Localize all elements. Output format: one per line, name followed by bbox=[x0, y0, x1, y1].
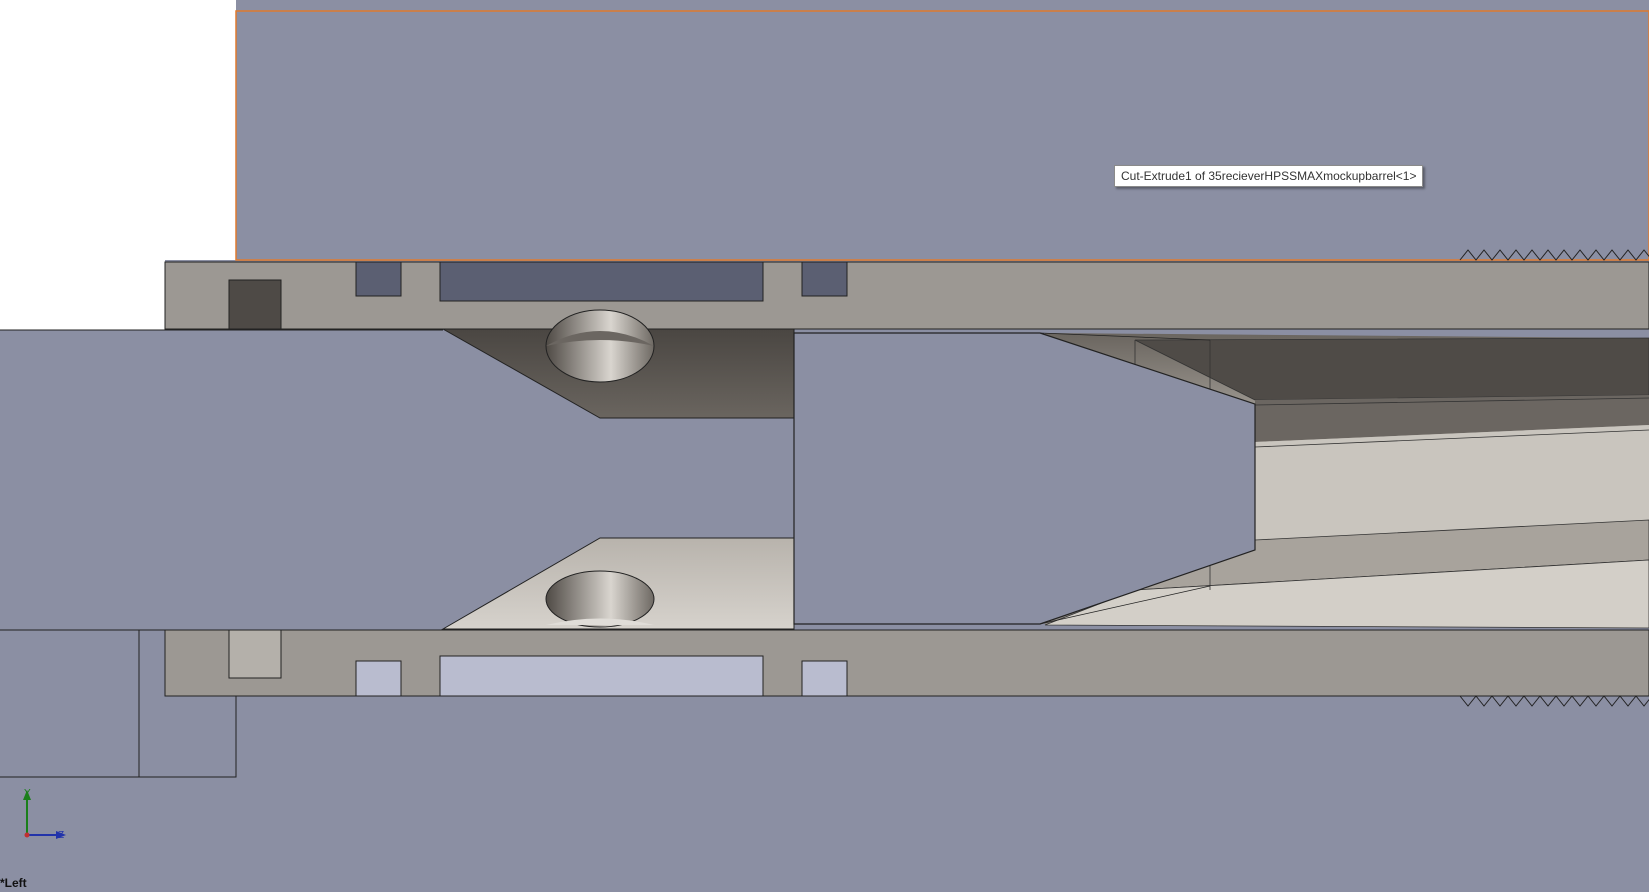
triad-y-label: Y bbox=[24, 788, 31, 799]
view-orientation-label: *Left bbox=[0, 876, 27, 890]
lower-wall-section bbox=[164, 629, 1649, 707]
graphics-viewport[interactable]: Cut-Extrude1 of 35recieverHPSSMAXmockupb… bbox=[0, 0, 1649, 892]
triad-z-label: Z bbox=[58, 830, 65, 841]
feature-tooltip: Cut-Extrude1 of 35recieverHPSSMAXmockupb… bbox=[1114, 165, 1424, 187]
orientation-triad: Y Z bbox=[18, 788, 78, 841]
upper-wall-section bbox=[164, 261, 1649, 330]
receiver-block-highlighted[interactable] bbox=[235, 10, 1649, 261]
